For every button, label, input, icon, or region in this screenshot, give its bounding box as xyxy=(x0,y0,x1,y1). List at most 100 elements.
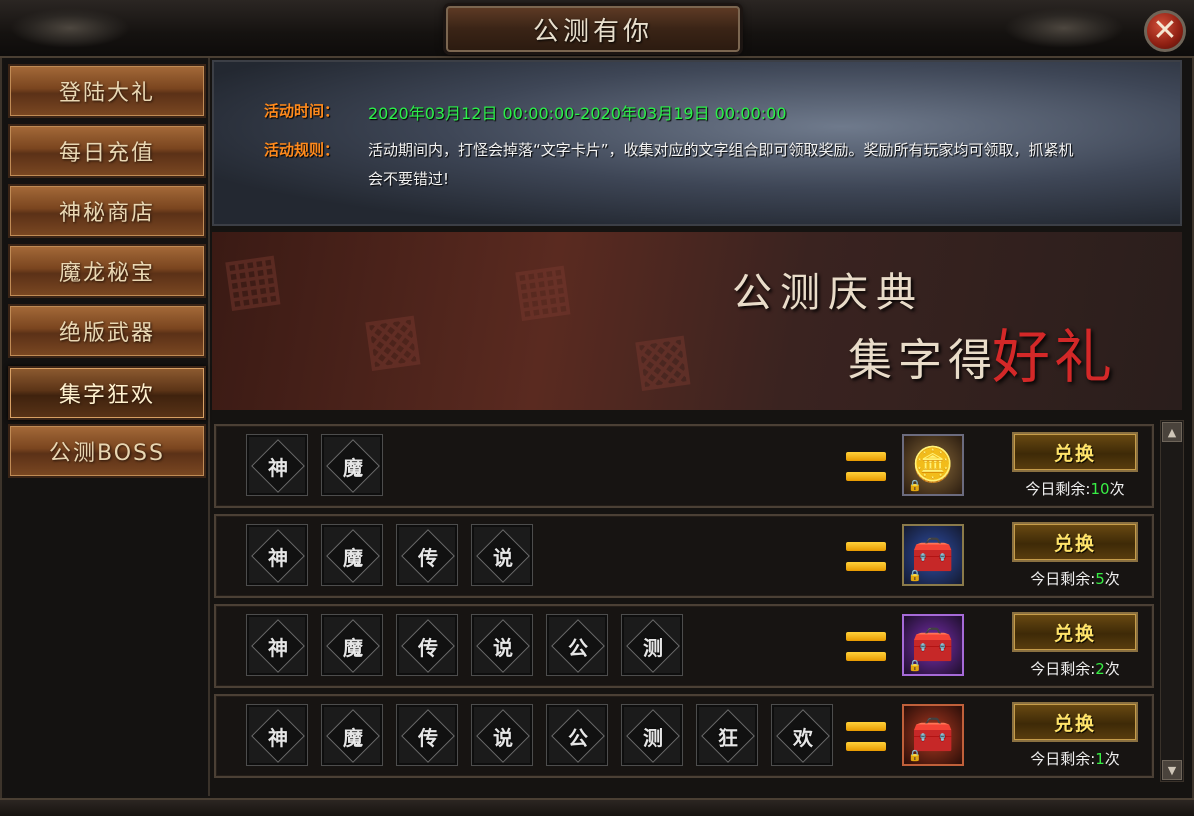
word-card-tile: 欢 xyxy=(771,704,833,766)
close-button[interactable]: ✕ xyxy=(1144,10,1186,52)
exchange-button-label: 兑换 xyxy=(1053,442,1096,465)
banner-background-glyphs: ▩ xyxy=(627,318,698,400)
equals-icon xyxy=(846,452,886,482)
word-card-tile: 神 xyxy=(246,704,308,766)
window-title: 公测有你 xyxy=(532,16,653,47)
word-card-tile: 传 xyxy=(396,614,458,676)
exchange-button-label: 兑换 xyxy=(1053,712,1096,735)
word-card-char: 魔 xyxy=(343,725,363,750)
word-card-char: 魔 xyxy=(343,455,363,480)
sidebar-item-label: 神秘商店 xyxy=(58,201,155,226)
banner-background-glyphs: ▩ xyxy=(357,298,428,380)
reward-row: 神 魔 传 说 🧰 🔒 兑换 今日剩余:5次 xyxy=(214,514,1154,598)
banner-title-line1: 公测庆典 xyxy=(732,270,924,316)
sidebar-item-mystery-shop[interactable]: 神秘商店 xyxy=(8,184,206,238)
title-bar: 公测有你 ✕ xyxy=(0,0,1194,58)
event-time-row: 活动时间： 2020年03月12日 00:00:00-2020年03月19日 0… xyxy=(264,100,787,124)
word-card-char: 欢 xyxy=(793,725,813,750)
word-card-char: 魔 xyxy=(343,545,363,570)
word-card-char: 公 xyxy=(568,635,588,660)
word-card-char: 说 xyxy=(493,635,513,660)
sidebar-item-daily-recharge[interactable]: 每日充值 xyxy=(8,124,206,178)
purple-treasure-chest-icon[interactable]: 🧰 🔒 xyxy=(902,614,964,676)
ornament-left xyxy=(10,8,130,48)
sidebar-item-word-collect[interactable]: 集字狂欢 xyxy=(8,366,206,420)
word-card-char: 神 xyxy=(268,725,288,750)
blue-treasure-chest-icon[interactable]: 🧰 🔒 xyxy=(902,524,964,586)
word-card-tile: 魔 xyxy=(321,704,383,766)
sidebar-item-label: 绝版武器 xyxy=(58,321,155,346)
word-card-char: 神 xyxy=(268,455,288,480)
word-card-tile: 说 xyxy=(471,614,533,676)
gold-treasure-chest-icon[interactable]: 🪙 🔒 xyxy=(902,434,964,496)
banner-background-glyphs: ▦ xyxy=(507,248,578,330)
remaining-count: 今日剩余:5次 xyxy=(1030,570,1120,588)
word-card-char: 测 xyxy=(643,725,663,750)
equals-icon xyxy=(846,542,886,572)
exchange-button-label: 兑换 xyxy=(1053,532,1096,555)
word-card-char: 魔 xyxy=(343,635,363,660)
word-card-tile: 神 xyxy=(246,614,308,676)
remaining-count: 今日剩余:2次 xyxy=(1030,660,1120,678)
word-card-char: 狂 xyxy=(718,725,738,750)
remaining-count: 今日剩余:10次 xyxy=(1025,480,1125,498)
event-rule-text: 活动期间内，打怪会掉落“文字卡片”，收集对应的文字组合即可领取奖励。奖励所有玩家… xyxy=(368,141,1074,188)
event-banner: ▦ ▩ ▦ ▩ 公测庆典 集字得 好礼 xyxy=(212,232,1182,410)
event-time-label: 活动时间： xyxy=(264,102,340,120)
exchange-button[interactable]: 兑换 xyxy=(1012,612,1138,652)
close-icon: ✕ xyxy=(1152,13,1178,48)
word-card-char: 传 xyxy=(418,635,438,660)
word-card-char: 传 xyxy=(418,545,438,570)
banner-background-glyphs: ▦ xyxy=(217,238,288,320)
sidebar-item-label: 集字狂欢 xyxy=(58,383,155,408)
word-card-tile: 公 xyxy=(546,614,608,676)
word-card-tile: 说 xyxy=(471,704,533,766)
lock-icon: 🔒 xyxy=(908,749,922,762)
word-card-char: 说 xyxy=(493,545,513,570)
scrollbar[interactable]: ▲ ▼ xyxy=(1160,420,1184,782)
exchange-button[interactable]: 兑换 xyxy=(1012,522,1138,562)
lock-icon: 🔒 xyxy=(908,479,922,492)
sidebar-item-label: 登陆大礼 xyxy=(58,81,155,106)
lock-icon: 🔒 xyxy=(908,569,922,582)
lock-icon: 🔒 xyxy=(908,659,922,672)
sidebar-item-label: 魔龙秘宝 xyxy=(58,261,155,286)
red-treasure-chest-icon[interactable]: 🧰 🔒 xyxy=(902,704,964,766)
sidebar-item-rare-weapons[interactable]: 绝版武器 xyxy=(8,304,206,358)
sidebar-item-login-gift[interactable]: 登陆大礼 xyxy=(8,64,206,118)
word-card-char: 测 xyxy=(643,635,663,660)
exchange-button[interactable]: 兑换 xyxy=(1012,432,1138,472)
sidebar-item-boss[interactable]: 公测BOSS xyxy=(8,424,206,478)
equals-icon xyxy=(846,722,886,752)
reward-row: 神 魔 传 说 公 测 狂 欢 🧰 🔒 兑换 今日剩余:1次 xyxy=(214,694,1154,778)
ornament-right xyxy=(1004,8,1124,48)
sidebar-item-dragon-treasure[interactable]: 魔龙秘宝 xyxy=(8,244,206,298)
event-rule-label: 活动规则： xyxy=(264,141,340,159)
word-card-tile: 魔 xyxy=(321,434,383,496)
word-card-tile: 神 xyxy=(246,524,308,586)
reward-row: 神 魔 🪙 🔒 兑换 今日剩余:10次 xyxy=(214,424,1154,508)
word-card-char: 神 xyxy=(268,635,288,660)
scroll-up-icon[interactable]: ▲ xyxy=(1162,422,1182,442)
event-time-value: 2020年03月12日 00:00:00-2020年03月19日 00:00:0… xyxy=(368,104,787,123)
sidebar-item-label: 公测BOSS xyxy=(49,441,165,466)
word-card-tile: 狂 xyxy=(696,704,758,766)
word-card-tile: 测 xyxy=(621,614,683,676)
word-card-char: 传 xyxy=(418,725,438,750)
word-card-tile: 传 xyxy=(396,704,458,766)
sidebar-item-label: 每日充值 xyxy=(58,141,155,166)
exchange-button[interactable]: 兑换 xyxy=(1012,702,1138,742)
word-card-tile: 公 xyxy=(546,704,608,766)
word-card-tile: 说 xyxy=(471,524,533,586)
banner-title-highlight: 好礼 xyxy=(992,323,1117,391)
word-card-tile: 魔 xyxy=(321,614,383,676)
scroll-down-icon[interactable]: ▼ xyxy=(1162,760,1182,780)
word-card-tile: 传 xyxy=(396,524,458,586)
word-card-char: 说 xyxy=(493,725,513,750)
word-card-char: 公 xyxy=(568,725,588,750)
event-rule-row: 活动规则： 活动期间内，打怪会掉落“文字卡片”，收集对应的文字组合即可领取奖励。… xyxy=(264,136,1088,194)
sidebar: 登陆大礼 每日充值 神秘商店 魔龙秘宝 绝版武器 集字狂欢 公测BOSS xyxy=(4,58,210,796)
remaining-count: 今日剩余:1次 xyxy=(1030,750,1120,768)
word-card-tile: 测 xyxy=(621,704,683,766)
exchange-button-label: 兑换 xyxy=(1053,622,1096,645)
